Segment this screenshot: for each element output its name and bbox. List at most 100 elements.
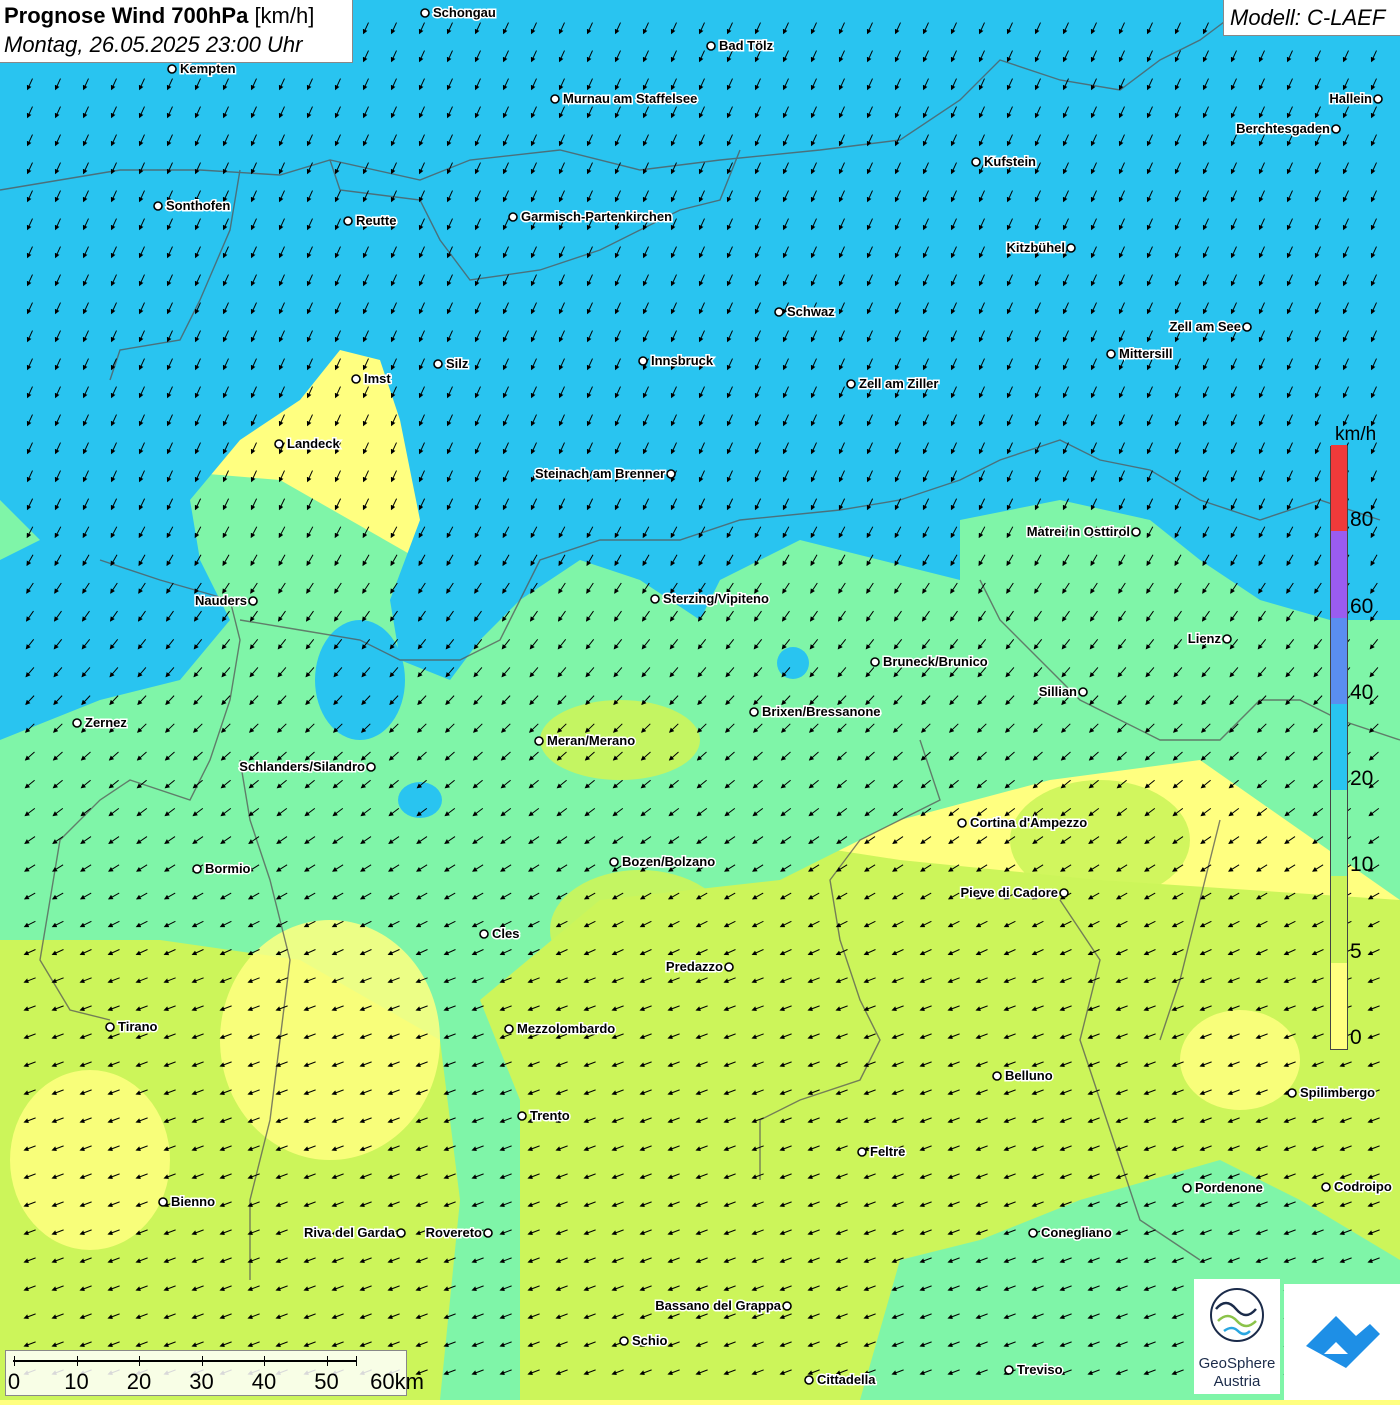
city-label: Treviso xyxy=(1017,1362,1063,1377)
title-unit: [km/h] xyxy=(254,3,315,28)
city-label: Mezzolombardo xyxy=(517,1021,615,1036)
scale-tick xyxy=(139,1356,140,1366)
app-logo xyxy=(1284,1284,1400,1400)
city-dot-icon xyxy=(1078,687,1088,697)
geosphere-emblem-icon xyxy=(1210,1288,1264,1342)
city-dot-icon xyxy=(1131,527,1141,537)
city-matrei-in-osttirol[interactable]: Matrei in Osttirol xyxy=(1025,523,1141,541)
city-steinach-am-brenner[interactable]: Steinach am Brenner xyxy=(533,465,676,483)
city-schlanders-silandro[interactable]: Schlanders/Silandro xyxy=(238,758,376,776)
legend-segment xyxy=(1331,703,1347,791)
city-label: Codroipo xyxy=(1334,1179,1392,1194)
city-dot-icon xyxy=(1321,1182,1331,1192)
scale-label: 0 xyxy=(7,1369,21,1394)
calm-patch xyxy=(1180,1010,1300,1110)
city-sterzing-vipiteno[interactable]: Sterzing/Vipiteno xyxy=(650,590,770,608)
city-dot-icon xyxy=(609,857,619,867)
city-dot-icon xyxy=(248,596,258,606)
city-dot-icon xyxy=(782,1301,792,1311)
city-label: Bozen/Bolzano xyxy=(622,854,715,869)
city-label: Bienno xyxy=(171,1194,215,1209)
city-label: Tirano xyxy=(118,1019,158,1034)
city-dot-icon xyxy=(504,1024,514,1034)
city-dot-icon xyxy=(508,212,518,222)
city-label: Kempten xyxy=(180,61,236,76)
city-dot-icon xyxy=(992,1071,1002,1081)
city-dot-icon xyxy=(1242,322,1252,332)
city-dot-icon xyxy=(1222,634,1232,644)
city-bassano-del-grappa[interactable]: Bassano del Grappa xyxy=(654,1297,792,1315)
legend-label: 0 xyxy=(1350,1026,1362,1049)
scale-label: 20 xyxy=(126,1369,152,1394)
calm-patch xyxy=(220,920,440,1160)
city-dot-icon xyxy=(1331,124,1341,134)
city-label: Predazzo xyxy=(666,959,723,974)
legend-segment xyxy=(1331,445,1347,532)
city-dot-icon xyxy=(650,594,660,604)
city-dot-icon xyxy=(274,439,284,449)
title-box: Prognose Wind 700hPa [km/h] Montag, 26.0… xyxy=(0,0,353,63)
city-dot-icon xyxy=(167,64,177,74)
city-brixen-bressanone[interactable]: Brixen/Bressanone xyxy=(749,703,882,721)
city-garmisch-partenkirchen[interactable]: Garmisch-Partenkirchen xyxy=(508,208,674,226)
city-riva-del-garda[interactable]: Riva del Garda xyxy=(302,1224,406,1242)
legend-label: 80 xyxy=(1350,508,1374,532)
legend-segment xyxy=(1331,531,1347,618)
city-dot-icon xyxy=(638,356,648,366)
city-label: Innsbruck xyxy=(651,353,714,368)
city-dot-icon xyxy=(1028,1228,1038,1238)
scale-tick xyxy=(326,1356,328,1366)
city-dot-icon xyxy=(749,707,759,717)
city-dot-icon xyxy=(534,736,544,746)
city-label: Kufstein xyxy=(984,154,1036,169)
city-label: Mittersill xyxy=(1119,346,1172,361)
city-kitzb-hel[interactable]: Kitzbühel xyxy=(1005,239,1076,257)
city-predazzo[interactable]: Predazzo xyxy=(664,958,734,976)
city-innsbruck[interactable]: Innsbruck xyxy=(638,352,715,370)
city-label: Pordenone xyxy=(1195,1180,1263,1195)
city-spilimbergo[interactable]: Spilimbergo xyxy=(1287,1084,1377,1102)
city-murnau-am-staffelsee[interactable]: Murnau am Staffelsee xyxy=(550,90,699,108)
city-bruneck-brunico[interactable]: Bruneck/Brunico xyxy=(870,653,989,671)
city-dot-icon xyxy=(479,929,489,939)
city-dot-icon xyxy=(72,718,82,728)
city-dot-icon xyxy=(870,657,880,667)
scale-label: 60km xyxy=(370,1369,424,1394)
legend-segment xyxy=(1331,962,1347,1049)
city-dot-icon xyxy=(957,818,967,828)
legend-label: 60 xyxy=(1350,594,1374,618)
city-label: Berchtesgaden xyxy=(1236,121,1330,136)
city-dot-icon xyxy=(666,469,676,479)
city-schongau[interactable]: Schongau xyxy=(420,4,497,22)
city-sonthofen[interactable]: Sonthofen xyxy=(153,197,232,215)
city-label: Reutte xyxy=(356,213,396,228)
city-label: Bruneck/Brunico xyxy=(883,654,988,669)
city-zell-am-see[interactable]: Zell am See xyxy=(1168,318,1252,336)
city-dot-icon xyxy=(158,1197,168,1207)
city-zell-am-ziller[interactable]: Zell am Ziller xyxy=(846,375,940,393)
city-meran-merano[interactable]: Meran/Merano xyxy=(534,732,637,750)
city-label: Schongau xyxy=(433,5,496,20)
city-label: Rovereto xyxy=(426,1225,482,1240)
city-label: Silz xyxy=(446,356,469,371)
city-dot-icon xyxy=(804,1375,814,1385)
city-pieve-di-cadore[interactable]: Pieve di Cadore xyxy=(959,884,1069,902)
city-cortina-d-ampezzo[interactable]: Cortina d'Ampezzo xyxy=(957,814,1089,832)
city-mezzolombardo[interactable]: Mezzolombardo xyxy=(504,1020,617,1038)
city-conegliano[interactable]: Conegliano xyxy=(1028,1224,1113,1242)
strong-wind-patch xyxy=(777,647,809,679)
city-label: Sterzing/Vipiteno xyxy=(663,591,769,606)
mountain-cloud-icon xyxy=(1306,1316,1380,1368)
city-label: Garmisch-Partenkirchen xyxy=(521,209,672,224)
city-berchtesgaden[interactable]: Berchtesgaden xyxy=(1235,120,1341,138)
city-label: Lienz xyxy=(1188,631,1222,646)
city-label: Feltre xyxy=(870,1144,905,1159)
city-bozen-bolzano[interactable]: Bozen/Bolzano xyxy=(609,853,717,871)
city-label: Sillian xyxy=(1039,684,1077,699)
city-dot-icon xyxy=(192,864,202,874)
city-dot-icon xyxy=(550,94,560,104)
city-dot-icon xyxy=(619,1336,629,1346)
city-dot-icon xyxy=(433,359,443,369)
city-pordenone[interactable]: Pordenone xyxy=(1182,1179,1264,1197)
city-dot-icon xyxy=(153,201,163,211)
